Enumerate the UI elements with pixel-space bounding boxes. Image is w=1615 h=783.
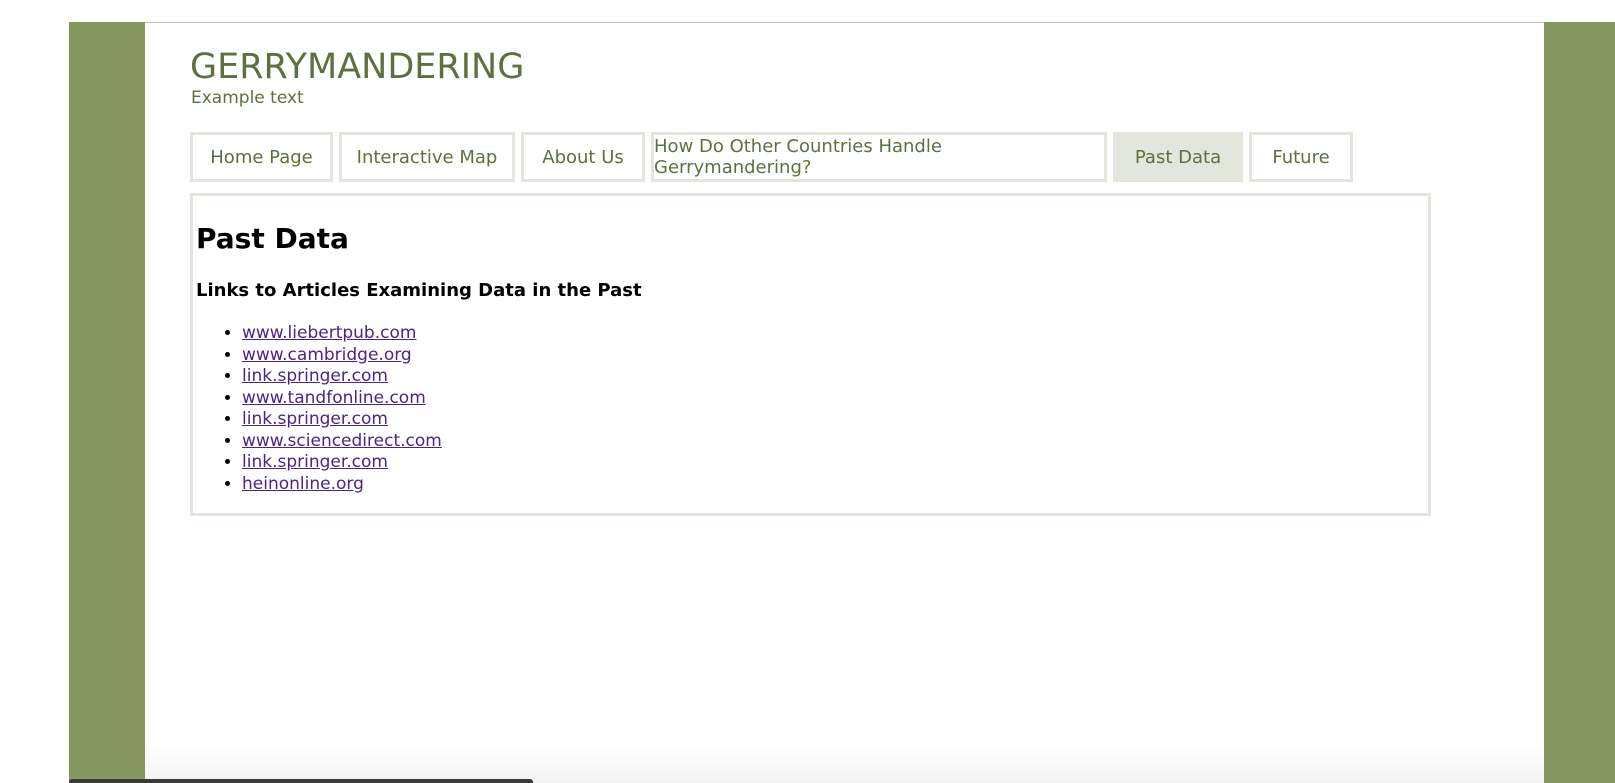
list-item: heinonline.org	[242, 474, 442, 496]
nav-interactive-map[interactable]: Interactive Map	[339, 132, 515, 182]
content-subtitle: Links to Articles Examining Data in the …	[196, 280, 642, 301]
article-link[interactable]: heinonline.org	[242, 474, 364, 494]
article-link[interactable]: www.liebertpub.com	[242, 323, 416, 343]
list-item: www.liebertpub.com	[242, 323, 442, 345]
list-item: www.tandfonline.com	[242, 388, 442, 410]
site-subtitle: Example text	[191, 88, 304, 108]
nav-other-countries[interactable]: How Do Other Countries Handle Gerrymande…	[651, 132, 1107, 182]
list-item: link.springer.com	[242, 366, 442, 388]
content-title: Past Data	[196, 222, 349, 255]
nav-home-page-label: Home Page	[210, 146, 313, 168]
nav-other-countries-label: How Do Other Countries Handle Gerrymande…	[654, 136, 942, 178]
browser-status-strip	[69, 779, 533, 783]
article-link[interactable]: link.springer.com	[242, 452, 388, 472]
list-item: www.cambridge.org	[242, 345, 442, 367]
main-nav: Home Page Interactive Map About Us How D…	[190, 132, 1353, 182]
site-title: GERRYMANDERING	[190, 47, 525, 87]
nav-past-data-label: Past Data	[1134, 146, 1222, 168]
article-link[interactable]: link.springer.com	[242, 409, 388, 429]
nav-interactive-map-label: Interactive Map	[356, 146, 498, 168]
list-item: link.springer.com	[242, 409, 442, 431]
bottom-fade	[145, 745, 1544, 783]
article-link[interactable]: www.tandfonline.com	[242, 388, 426, 408]
nav-home-page[interactable]: Home Page	[190, 132, 333, 182]
page-sheet: GERRYMANDERING Example text Home Page In…	[145, 22, 1544, 783]
article-link[interactable]: www.cambridge.org	[242, 345, 412, 365]
article-link-list: www.liebertpub.com www.cambridge.org lin…	[196, 323, 442, 495]
content-panel: Past Data Links to Articles Examining Da…	[190, 193, 1431, 516]
nav-past-data[interactable]: Past Data	[1113, 132, 1243, 182]
nav-about-us[interactable]: About Us	[521, 132, 645, 182]
list-item: www.sciencedirect.com	[242, 431, 442, 453]
nav-future-label: Future	[1272, 146, 1330, 168]
article-link[interactable]: link.springer.com	[242, 366, 388, 386]
nav-future[interactable]: Future	[1249, 132, 1353, 182]
list-item: link.springer.com	[242, 452, 442, 474]
article-link[interactable]: www.sciencedirect.com	[242, 431, 442, 451]
nav-about-us-label: About Us	[542, 146, 624, 168]
